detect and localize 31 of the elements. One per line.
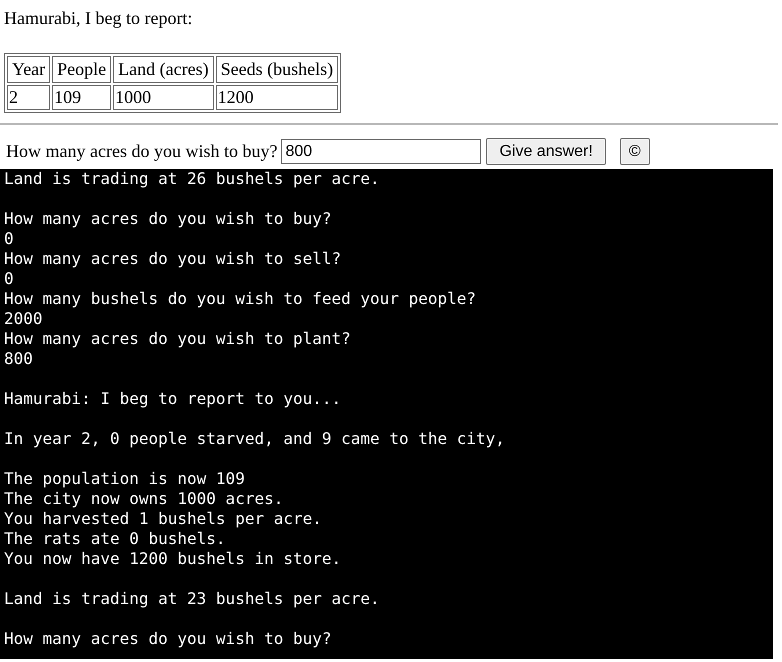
form-button[interactable]: Give answer!: [486, 138, 606, 165]
console-line: The population is now 109: [4, 469, 245, 489]
console-line: The rats ate 0 bushels.: [4, 529, 226, 549]
table-cell: 1000: [113, 85, 214, 110]
console-line: How many acres do you wish to buy?: [4, 629, 332, 649]
column-header: Year: [7, 56, 50, 83]
console-line: How many acres do you wish to plant?: [4, 329, 351, 349]
column-header: Land (acres): [113, 56, 214, 83]
console-line: 0: [4, 229, 14, 249]
column-header: Seeds (bushels): [216, 56, 338, 83]
console-line: In year 2, 0 people starved, and 9 came to the city,: [4, 429, 505, 449]
console-line: You harvested 1 bushels per acre.: [4, 509, 322, 529]
console-line: You now have 1200 bushels in store.: [4, 549, 342, 569]
console-line: How many acres do you wish to sell?: [4, 249, 342, 269]
console-line: 800: [4, 349, 33, 369]
console-line: Hamurabi: I beg to report to you...: [4, 389, 342, 409]
console-line: The city now owns 1000 acres.: [4, 489, 284, 509]
console-line: 0: [4, 269, 14, 289]
table-cell: 109: [52, 85, 112, 110]
column-header: People: [52, 56, 112, 83]
question-label: How many acres do you wish to buy?: [6, 141, 278, 162]
table-cell: 2: [7, 85, 50, 110]
answer-field[interactable]: 800: [281, 139, 482, 164]
console-line: How many acres do you wish to buy?: [4, 209, 332, 229]
console-line: How many bushels do you wish to feed your people?: [4, 289, 476, 309]
console-line: Land is trading at 26 bushels per acre.: [4, 169, 380, 189]
table-cell: 1200: [216, 85, 338, 110]
report-heading: Hamurabi, I beg to report:: [4, 7, 194, 30]
console-line: Land is trading at 23 bushels per acre.: [4, 589, 380, 609]
console-line: 2000: [4, 309, 43, 329]
form-button[interactable]: ©: [620, 138, 650, 165]
